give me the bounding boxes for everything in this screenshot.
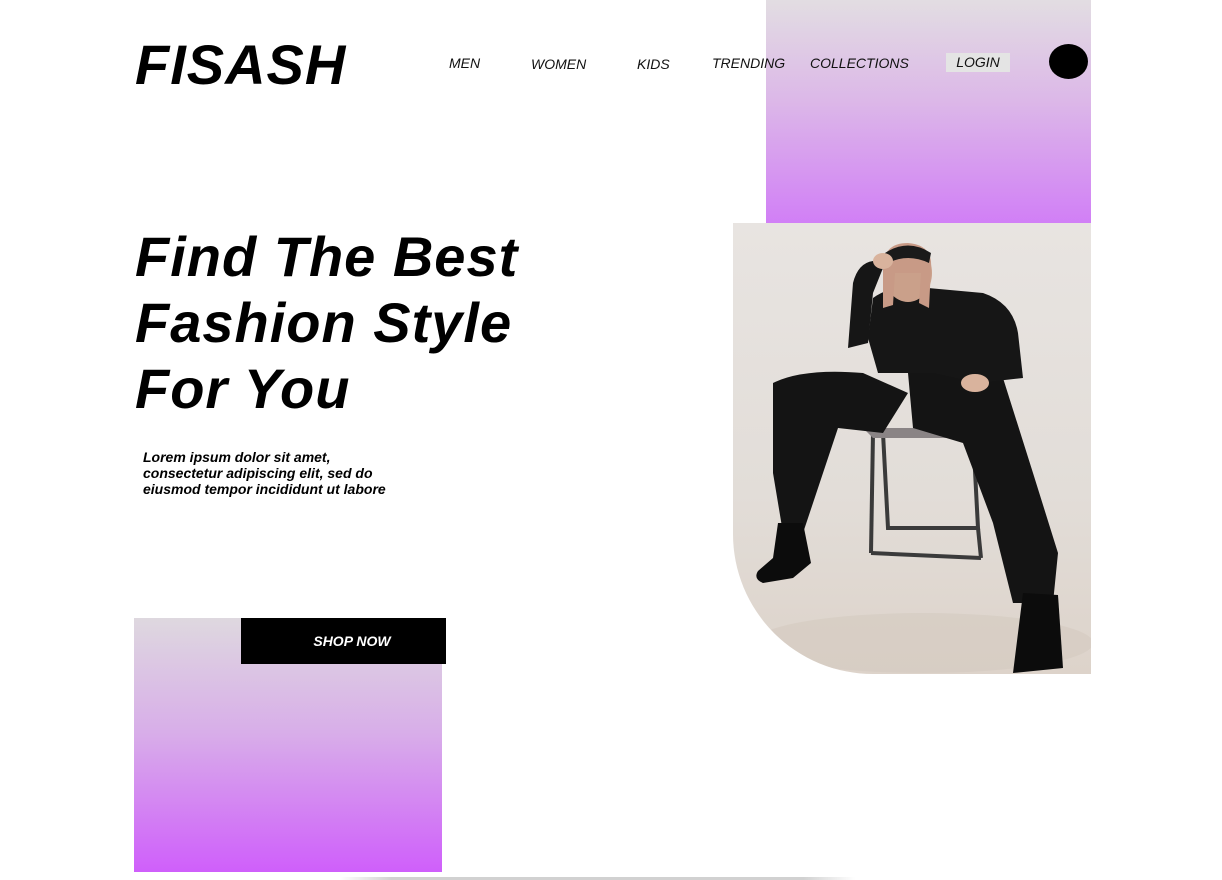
hero-headline: Find The Best Fashion Style For You bbox=[135, 224, 635, 422]
login-button[interactable]: LOGIN bbox=[946, 53, 1010, 72]
hero-description-line: consectetur adipiscing elit, sed do bbox=[143, 465, 373, 481]
shop-now-button[interactable]: SHOP NOW bbox=[241, 618, 446, 664]
nav-item-collections[interactable]: COLLECTIONS bbox=[810, 55, 909, 71]
brand-logo[interactable]: FISASH bbox=[135, 33, 346, 97]
user-avatar-icon[interactable] bbox=[1049, 44, 1088, 79]
hero-headline-line: Fashion Style bbox=[135, 291, 513, 354]
nav-item-trending[interactable]: TRENDING bbox=[712, 55, 785, 71]
hero-headline-line: Find The Best bbox=[135, 225, 519, 288]
nav-item-kids[interactable]: KIDS bbox=[637, 56, 670, 72]
hero-description-line: Lorem ipsum dolor sit amet, bbox=[143, 449, 331, 465]
hero-headline-line: For You bbox=[135, 357, 351, 420]
hero-description-line: eiusmod tempor incididunt ut labore bbox=[143, 481, 386, 497]
nav-item-men[interactable]: MEN bbox=[449, 55, 480, 71]
fashion-model-photo bbox=[733, 223, 1091, 674]
gradient-block-top bbox=[766, 0, 1091, 223]
hero-description: Lorem ipsum dolor sit amet, consectetur … bbox=[143, 449, 423, 497]
nav-item-women[interactable]: WOMEN bbox=[531, 56, 586, 72]
